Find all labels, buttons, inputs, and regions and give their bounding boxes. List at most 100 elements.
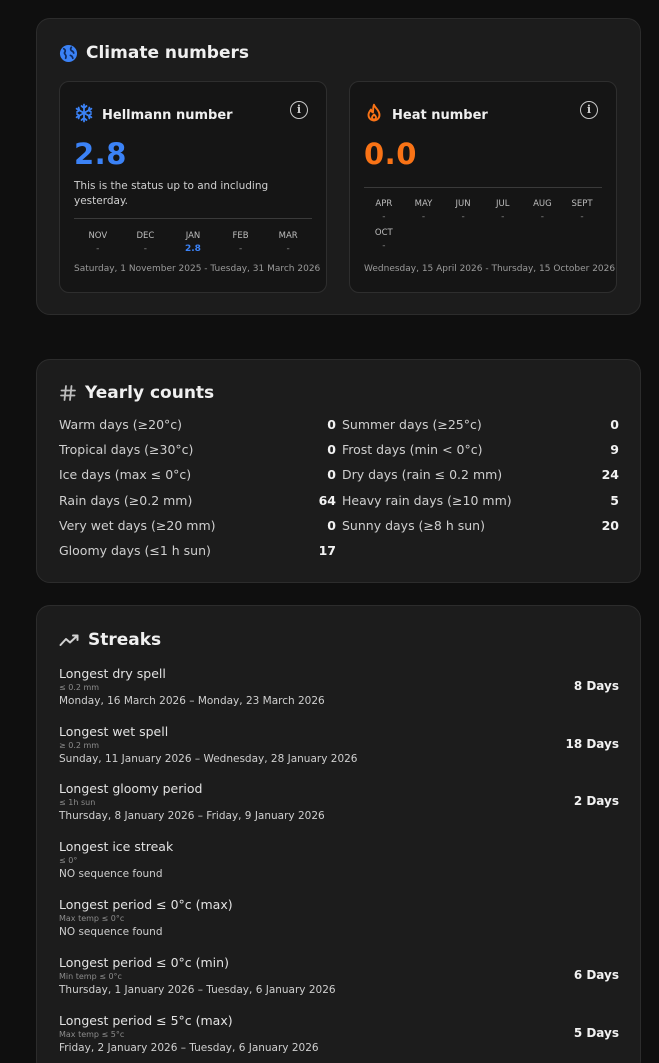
count-value: 64	[318, 493, 336, 508]
month-label: OCT	[374, 228, 393, 238]
info-icon[interactable]: i	[290, 101, 308, 119]
globe-icon	[59, 44, 78, 63]
count-value: 0	[610, 417, 619, 432]
streak-title: Longest gloomy period	[59, 781, 203, 796]
month-label: SEPT	[571, 199, 593, 209]
month-item: OCT -	[364, 228, 404, 251]
count-label: Ice days (max ≤ 0°c)	[59, 467, 192, 482]
count-row: Ice days (max ≤ 0°c) 0	[59, 467, 336, 482]
streak-threshold: ≤ 0.2 mm	[59, 683, 100, 692]
month-label: FEB	[232, 231, 249, 241]
heat-number-value: 0.0	[364, 137, 417, 171]
hellmann-number-value: 2.8	[74, 137, 127, 171]
count-row: Rain days (≥0.2 mm) 64	[59, 493, 336, 508]
heat-number-card: Heat number i 0.0 APR - MAY - JUN - JUL - AU…	[349, 81, 617, 293]
count-value: 24	[601, 467, 619, 482]
month-label: APR	[375, 199, 393, 209]
streak-range: NO sequence found	[59, 868, 163, 880]
streak-threshold: ≤ 1h sun	[59, 798, 96, 807]
streak-item: Longest dry spell ≤ 0.2 mm Monday, 16 Ma…	[59, 666, 619, 707]
count-value: 0	[327, 467, 336, 482]
streak-value: 6 Days	[573, 968, 619, 982]
count-value: 0	[327, 518, 336, 533]
streak-threshold: Max temp ≤ 0°c	[59, 914, 125, 923]
streak-range: Monday, 16 March 2026 – Monday, 23 March…	[59, 695, 325, 707]
month-label: MAY	[414, 199, 433, 209]
count-label: Heavy rain days (≥10 mm)	[342, 493, 512, 508]
count-label: Tropical days (≥30°c)	[59, 442, 194, 457]
count-label: Rain days (≥0.2 mm)	[59, 493, 193, 508]
month-item: JUL -	[483, 199, 523, 222]
month-value: -	[238, 244, 243, 254]
climate-numbers-card: Climate numbers Hellmann number i 2.8 Th…	[36, 18, 641, 315]
streak-item: Longest ice streak ≤ 0° NO sequence foun…	[59, 839, 619, 880]
flame-icon	[364, 103, 384, 127]
streak-value: 8 Days	[573, 679, 619, 693]
count-label: Very wet days (≥20 mm)	[59, 518, 216, 533]
month-value: -	[286, 244, 290, 254]
count-value: 5	[610, 493, 619, 508]
month-value: -	[382, 241, 386, 251]
info-icon[interactable]: i	[580, 101, 598, 119]
count-row: Tropical days (≥30°c) 0	[59, 442, 336, 457]
month-item: SEPT -	[562, 199, 602, 222]
month-value: 2.8	[185, 244, 201, 254]
count-row: Dry days (rain ≤ 0.2 mm) 24	[342, 467, 619, 482]
month-item: JAN 2.8	[169, 231, 217, 254]
count-label: Gloomy days (≤1 h sun)	[59, 543, 211, 558]
month-value: -	[501, 212, 505, 222]
month-item: FEB -	[217, 231, 265, 254]
month-item: MAR -	[264, 231, 312, 254]
streak-item: Longest wet spell ≥ 0.2 mm Sunday, 11 Ja…	[59, 724, 619, 765]
count-row: Gloomy days (≤1 h sun) 17	[59, 543, 336, 558]
count-label: Sunny days (≥8 h sun)	[342, 518, 485, 533]
count-row: Frost days (min < 0°c) 9	[342, 442, 619, 457]
month-label: AUG	[533, 199, 552, 209]
yearly-counts-card: Yearly counts Warm days (≥20°c) 0 Summer …	[36, 359, 641, 583]
streak-range: NO sequence found	[59, 926, 163, 938]
month-label: DEC	[136, 231, 155, 241]
month-item: AUG -	[523, 199, 563, 222]
streak-title: Longest period ≤ 0°c (max)	[59, 897, 233, 912]
count-row: Warm days (≥20°c) 0	[59, 417, 336, 432]
hellmann-description: This is the status up to and including y…	[74, 180, 269, 207]
month-item: APR -	[364, 199, 404, 222]
yearly-counts-title: Yearly counts	[85, 383, 215, 403]
count-value: 9	[610, 442, 619, 457]
streaks-title: Streaks	[88, 630, 162, 650]
month-item: JUN -	[443, 199, 483, 222]
streak-title: Longest period ≤ 5°c (max)	[59, 1013, 233, 1028]
streak-value: 5 Days	[573, 1026, 619, 1040]
divider	[74, 218, 312, 219]
count-row: Summer days (≥25°c) 0	[342, 417, 619, 432]
month-value: -	[461, 212, 465, 222]
month-label: JUN	[455, 199, 471, 209]
streak-title: Longest dry spell	[59, 666, 166, 681]
streak-range: Sunday, 11 January 2026 – Wednesday, 28 …	[59, 753, 358, 765]
streak-item: Longest period ≤ 0°c (min) Min temp ≤ 0°…	[59, 955, 619, 996]
month-label: JAN	[185, 231, 201, 241]
hash-icon	[59, 384, 77, 402]
month-value: -	[421, 212, 426, 222]
streak-range: Friday, 2 January 2026 – Tuesday, 6 Janu…	[59, 1042, 319, 1054]
month-label: NOV	[88, 231, 108, 241]
streak-range: Thursday, 1 January 2026 – Tuesday, 6 Ja…	[59, 984, 336, 996]
streak-title: Longest wet spell	[59, 724, 169, 739]
streak-item: Longest period ≤ 5°c (max) Max temp ≤ 5°…	[59, 1013, 619, 1054]
yearly-counts-heading: Yearly counts	[59, 383, 214, 403]
divider	[364, 187, 602, 188]
count-value: 0	[327, 442, 336, 457]
snowflake-icon	[74, 103, 94, 127]
streak-threshold: Min temp ≤ 0°c	[59, 972, 122, 981]
hellmann-number-title: Hellmann number	[102, 107, 233, 123]
month-label: MAR	[278, 231, 298, 241]
streaks-heading: Streaks	[59, 630, 161, 650]
month-item: NOV -	[74, 231, 122, 254]
month-value: -	[382, 212, 386, 222]
month-value: -	[96, 244, 100, 254]
count-row: Very wet days (≥20 mm) 0	[59, 518, 336, 533]
month-value: -	[143, 244, 148, 254]
month-item: DEC -	[122, 231, 170, 254]
count-label: Frost days (min < 0°c)	[342, 442, 483, 457]
streak-threshold: ≤ 0°	[59, 856, 78, 865]
